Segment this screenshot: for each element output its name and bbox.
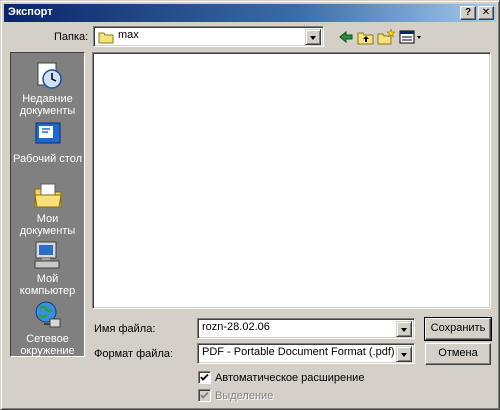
place-my-computer[interactable]: Мой компьютер — [11, 239, 84, 299]
my-computer-icon — [34, 241, 59, 269]
lookin-value: max — [118, 29, 139, 41]
filename-combo[interactable]: rozn-28.02.06 — [197, 318, 415, 339]
help-icon: ? — [464, 7, 472, 18]
save-button[interactable]: Сохранить — [424, 317, 492, 341]
back-arrow-icon[interactable] — [337, 28, 355, 46]
network-icon — [35, 301, 60, 328]
place-my-documents-label: Мои документы — [19, 213, 76, 237]
lookin-label: Папка: — [54, 31, 89, 43]
file-list[interactable] — [92, 52, 491, 309]
dialog-title: Экспорт — [8, 6, 53, 18]
help-button[interactable]: ? — [460, 6, 476, 20]
view-menu-icon[interactable] — [399, 28, 423, 46]
my-documents-icon — [33, 183, 62, 208]
place-my-documents[interactable]: Мои документы — [11, 179, 84, 239]
new-folder-icon[interactable] — [377, 28, 395, 46]
place-network-label: Сетевое окружение — [20, 333, 75, 357]
title-bar[interactable]: Экспорт ? ✕ — [4, 4, 496, 22]
place-desktop-label: Рабочий стол — [12, 153, 83, 165]
place-recent[interactable]: Недавние документы — [11, 59, 84, 119]
auto-extension-label[interactable]: Автоматическое расширение — [215, 372, 364, 384]
filetype-label: Формат файла: — [94, 348, 174, 360]
selection-label: Выделение — [215, 390, 274, 402]
desktop-icon — [35, 122, 60, 147]
close-icon: ✕ — [481, 7, 491, 18]
folder-icon — [98, 32, 114, 44]
place-network[interactable]: Сетевое окружение — [11, 299, 84, 359]
filename-input[interactable]: rozn-28.02.06 — [202, 321, 270, 333]
place-my-computer-label: Мой компьютер — [19, 273, 76, 297]
cancel-button[interactable]: Отмена — [425, 343, 491, 365]
filetype-value: PDF - Portable Document Format (.pdf) — [202, 346, 395, 358]
selection-checkbox — [198, 389, 211, 402]
place-recent-label: Недавние документы — [19, 93, 76, 117]
lookin-dropdown-button[interactable] — [305, 29, 321, 45]
auto-extension-checkbox[interactable] — [198, 371, 211, 384]
recent-documents-icon — [37, 62, 62, 89]
check-mark-icon — [200, 373, 209, 381]
export-dialog: Экспорт ? ✕ Папка: max Недавние документ… — [0, 0, 500, 410]
filetype-combo[interactable]: PDF - Portable Document Format (.pdf) — [197, 343, 415, 364]
lookin-combo[interactable]: max — [93, 26, 324, 47]
filename-dropdown-button[interactable] — [396, 321, 412, 337]
up-folder-icon[interactable] — [357, 28, 375, 46]
check-mark-icon — [200, 391, 209, 399]
filename-label: Имя файла: — [94, 323, 156, 335]
close-button[interactable]: ✕ — [478, 6, 494, 20]
place-desktop[interactable]: Рабочий стол — [11, 119, 84, 179]
places-bar: Недавние документы Рабочий стол Мои доку… — [10, 52, 85, 357]
filetype-dropdown-button[interactable] — [396, 346, 412, 362]
